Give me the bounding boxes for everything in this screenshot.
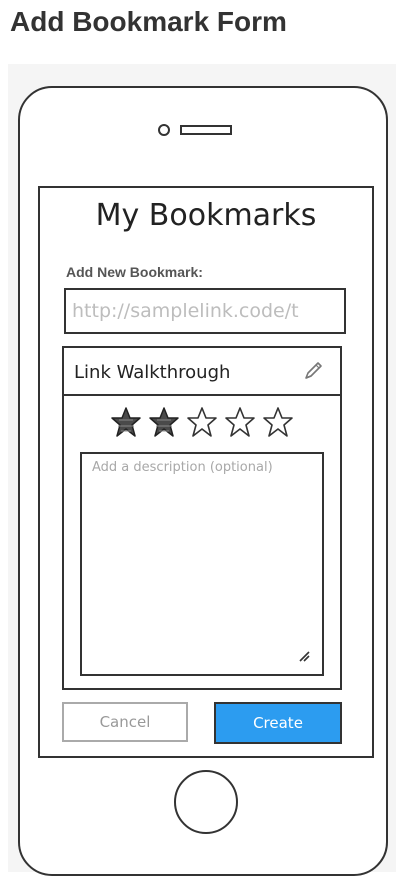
- page-title: Add Bookmark Form: [10, 6, 287, 37]
- resize-grip-icon[interactable]: [296, 648, 310, 662]
- app-title: My Bookmarks: [95, 198, 317, 233]
- star-filled-icon[interactable]: [148, 406, 180, 438]
- url-input[interactable]: [64, 288, 346, 334]
- cancel-button[interactable]: Cancel: [62, 702, 188, 742]
- star-filled-icon[interactable]: [110, 406, 142, 438]
- home-button[interactable]: [174, 770, 238, 834]
- star-rating[interactable]: [110, 406, 294, 442]
- pencil-icon[interactable]: [300, 358, 326, 384]
- star-empty-icon[interactable]: [186, 406, 218, 438]
- speaker-icon: [180, 125, 232, 135]
- star-empty-icon[interactable]: [224, 406, 256, 438]
- bookmark-title: Link Walkthrough: [74, 362, 231, 383]
- add-bookmark-label: Add New Bookmark:: [66, 264, 203, 280]
- description-textarea[interactable]: [80, 452, 324, 676]
- camera-icon: [158, 124, 170, 136]
- star-empty-icon[interactable]: [262, 406, 294, 438]
- create-button[interactable]: Create: [214, 702, 342, 744]
